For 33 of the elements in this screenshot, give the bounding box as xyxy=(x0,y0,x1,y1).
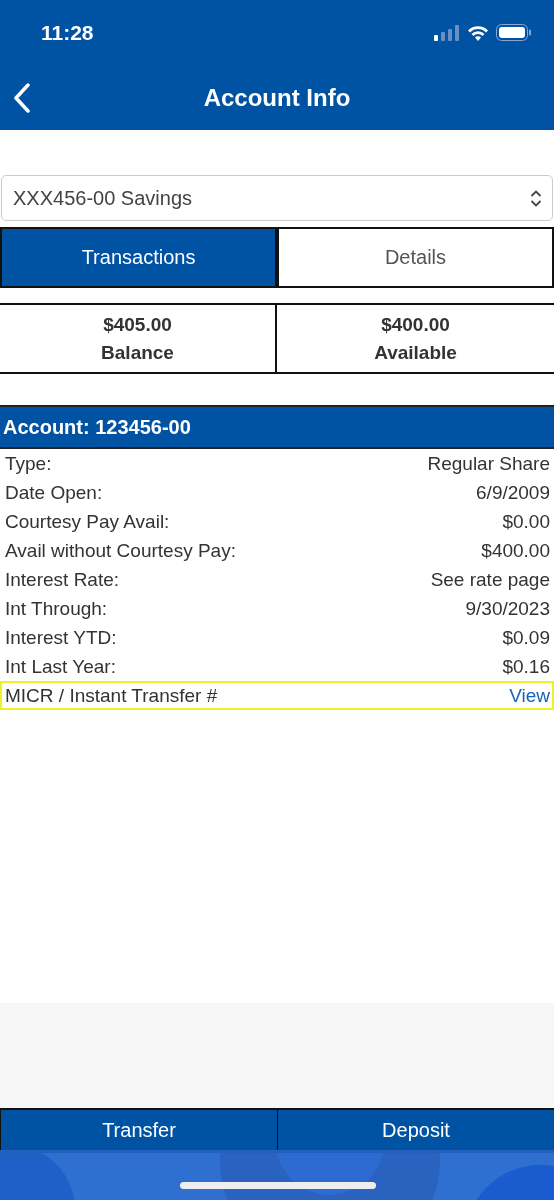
view-link[interactable]: View xyxy=(509,684,550,707)
page-title: Account Info xyxy=(203,83,351,112)
account-dropdown[interactable]: XXX456-00 Savings xyxy=(1,175,553,221)
balance-label: Balance xyxy=(101,341,174,364)
detail-label: Courtesy Pay Avail: xyxy=(5,510,170,533)
detail-label: Int Last Year: xyxy=(5,655,116,678)
detail-label: Avail without Courtesy Pay: xyxy=(5,539,236,562)
detail-value: 9/30/2023 xyxy=(465,597,550,620)
detail-label: Type: xyxy=(5,452,52,475)
status-time: 11:28 xyxy=(41,20,94,45)
detail-value: See rate page xyxy=(430,568,550,591)
balance-amount: $400.00 xyxy=(381,313,450,336)
balance-label: Available xyxy=(374,341,457,364)
tab[interactable]: Transactions xyxy=(0,227,277,288)
detail-value: Regular Share xyxy=(427,452,550,475)
signal-icon xyxy=(434,24,460,41)
back-icon[interactable] xyxy=(12,83,32,113)
wifi-icon xyxy=(467,24,489,41)
detail-value: 6/9/2009 xyxy=(476,481,550,504)
detail-value: $0.16 xyxy=(502,655,550,678)
account-header: Account: 123456-00 xyxy=(0,405,554,449)
detail-value: $0.00 xyxy=(502,510,550,533)
chevron-updown-icon xyxy=(530,189,542,207)
detail-label: Date Open: xyxy=(5,481,103,504)
balance-amount: $405.00 xyxy=(103,313,172,336)
detail-label: Interest Rate: xyxy=(5,568,120,591)
detail-label: MICR / Instant Transfer # xyxy=(5,684,218,707)
detail-value: $400.00 xyxy=(481,539,550,562)
detail-value: $0.09 xyxy=(502,626,550,649)
detail-label: Int Through: xyxy=(5,597,108,620)
battery-icon xyxy=(496,24,532,41)
detail-label: Interest YTD: xyxy=(5,626,117,649)
tab[interactable]: Details xyxy=(277,227,554,288)
